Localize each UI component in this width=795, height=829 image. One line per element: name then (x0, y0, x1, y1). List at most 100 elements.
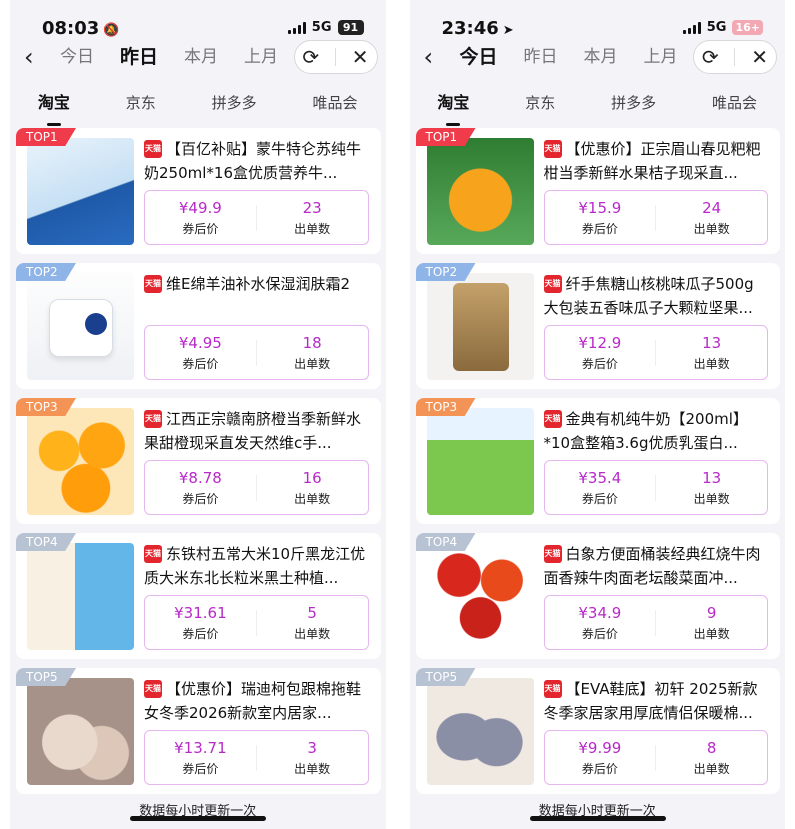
refresh-icon[interactable]: ⟳ (702, 47, 719, 67)
platform-tab[interactable]: 淘宝 (38, 92, 70, 126)
order-count-label: 出单数 (693, 761, 730, 776)
order-count-label: 出单数 (294, 761, 331, 776)
product-title[interactable]: 【优惠价】正宗眉山春见粑粑柑当季新鲜水果桔子现采直... (544, 137, 769, 185)
product-title[interactable]: 【EVA鞋底】初轩 2025新款冬季家居家用厚底情侣保暖棉... (544, 677, 769, 725)
refresh-icon[interactable]: ⟳ (302, 47, 319, 67)
coupon-price: ¥35.4 (578, 468, 622, 487)
order-count: 13 (702, 333, 722, 352)
platform-tab[interactable]: 淘宝 (437, 92, 469, 126)
date-tab[interactable]: 今日 (460, 44, 498, 70)
date-tab[interactable]: 昨日 (120, 44, 158, 70)
product-image[interactable] (426, 408, 534, 515)
top-nav: ‹ 今日 昨日 本月 上月 ⟳ ✕ (410, 40, 786, 76)
order-count: 24 (702, 198, 722, 217)
product-title[interactable]: 东铁村五常大米10斤黑龙江优质大米东北长粒米黑土种植... (144, 542, 369, 590)
price-stat: ¥4.95 券后价 (145, 333, 256, 373)
coupon-price: ¥49.9 (178, 198, 222, 217)
chevron-left-icon[interactable]: ‹ (24, 42, 34, 72)
coupon-price: ¥31.61 (174, 603, 227, 622)
orders-stat: 16 出单数 (257, 468, 368, 508)
product-card[interactable]: TOP4 天猫 东铁村五常大米10斤黑龙江优质大米东北长粒米黑土种植... ¥31.6… (16, 533, 381, 659)
platform-tab[interactable]: 拼多多 (611, 92, 656, 120)
product-title[interactable]: 维E绵羊油补水保湿润肤霜2 (144, 272, 369, 320)
order-count-label: 出单数 (294, 221, 331, 236)
product-image[interactable] (426, 138, 534, 245)
product-image[interactable] (27, 408, 134, 515)
coupon-price: ¥9.99 (578, 738, 622, 757)
product-card[interactable]: TOP3 天猫 江西正宗赣南脐橙当季新鲜水果甜橙现采直发天然维c手... ¥8.78 券… (16, 398, 381, 524)
coupon-price-label: 券后价 (182, 626, 219, 641)
order-count-label: 出单数 (693, 626, 730, 641)
close-icon[interactable]: ✕ (751, 47, 768, 67)
product-card[interactable]: TOP1 天猫 【百亿补贴】蒙牛特仑苏纯牛奶250ml*16盒优质营养牛... ¥49… (16, 128, 381, 254)
platform-tab[interactable]: 京东 (126, 92, 156, 120)
product-title[interactable]: 纤手焦糖山核桃味瓜子500g大包装五香味瓜子大颗粒坚果... (544, 272, 769, 320)
product-card[interactable]: TOP2 天猫 纤手焦糖山核桃味瓜子500g大包装五香味瓜子大颗粒坚果... ¥12.… (415, 263, 780, 389)
coupon-price: ¥15.9 (578, 198, 622, 217)
home-indicator[interactable] (529, 816, 666, 821)
price-stat: ¥8.78 券后价 (145, 468, 256, 508)
orders-stat: 3 出单数 (257, 738, 368, 778)
battery-icon: 91 (337, 20, 364, 35)
network-label: 5G (706, 20, 727, 35)
orders-stat: 9 出单数 (656, 603, 767, 643)
product-stats: ¥4.95 券后价 18 出单数 (144, 325, 369, 380)
order-count: 5 (307, 603, 317, 622)
product-title[interactable]: 白象方便面桶装经典红烧牛肉面香辣牛肉面老坛酸菜面冲... (544, 542, 769, 590)
date-tab[interactable]: 上月 (244, 44, 278, 70)
status-indicators: 5G 91 (287, 20, 364, 35)
date-tab[interactable]: 本月 (184, 44, 218, 70)
coupon-price: ¥13.71 (174, 738, 227, 757)
chevron-left-icon[interactable]: ‹ (424, 42, 434, 72)
date-tab[interactable]: 昨日 (524, 44, 558, 70)
home-indicator[interactable] (130, 816, 266, 821)
product-title[interactable]: 【百亿补贴】蒙牛特仑苏纯牛奶250ml*16盒优质营养牛... (144, 137, 369, 185)
order-count-label: 出单数 (294, 356, 331, 371)
product-stats: ¥15.9 券后价 24 出单数 (543, 190, 768, 245)
product-card[interactable]: TOP4 天猫 白象方便面桶装经典红烧牛肉面香辣牛肉面老坛酸菜面冲... ¥34.9 券… (415, 533, 780, 659)
date-tab[interactable]: 本月 (584, 44, 618, 70)
coupon-price-label: 券后价 (182, 491, 219, 506)
date-tab[interactable]: 今日 (60, 44, 94, 70)
date-tab[interactable]: 上月 (644, 44, 678, 70)
coupon-price: ¥34.9 (578, 603, 622, 622)
signal-icon (682, 21, 701, 34)
orders-stat: 5 出单数 (257, 603, 368, 643)
product-image[interactable] (27, 138, 134, 245)
app-root: 08:03 🔕 5G 91 ‹ 今日 昨日 本月 上月 ⟳ ✕ 淘宝 京东 拼多多 唯品会 TOP1 天猫 【百亿… (0, 0, 795, 829)
product-list: TOP1 天猫 【百亿补贴】蒙牛特仑苏纯牛奶250ml*16盒优质营养牛... ¥49… (10, 128, 386, 803)
platform-tab[interactable]: 唯品会 (313, 92, 358, 120)
orders-stat: 13 出单数 (656, 333, 767, 373)
signal-icon (287, 21, 306, 34)
platform-tab[interactable]: 京东 (525, 92, 555, 120)
product-image[interactable] (426, 678, 534, 785)
order-count: 18 (302, 333, 322, 352)
product-stats: ¥13.71 券后价 3 出单数 (144, 730, 369, 785)
product-card[interactable]: TOP1 天猫 【优惠价】正宗眉山春见粑粑柑当季新鲜水果桔子现采直... ¥15.9 券… (415, 128, 780, 254)
coupon-price-label: 券后价 (581, 356, 618, 371)
product-image[interactable] (27, 543, 134, 650)
product-image[interactable] (426, 273, 534, 380)
orders-stat: 24 出单数 (656, 198, 767, 238)
order-count-label: 出单数 (693, 221, 730, 236)
product-card[interactable]: TOP5 天猫 【优惠价】瑞迪柯包跟棉拖鞋女冬季2026新款室内居家... ¥13.7… (16, 668, 381, 794)
product-card[interactable]: TOP3 天猫 金典有机纯牛奶【200ml】*10盒整箱3.6g优质乳蛋白... ¥3… (415, 398, 780, 524)
platform-tabs: 淘宝 京东 拼多多 唯品会 (10, 92, 386, 126)
platform-tab[interactable]: 拼多多 (212, 92, 257, 120)
close-icon[interactable]: ✕ (352, 47, 369, 67)
price-stat: ¥12.9 券后价 (545, 333, 656, 373)
price-stat: ¥13.71 券后价 (145, 738, 256, 778)
order-count: 13 (702, 468, 722, 487)
product-image[interactable] (27, 273, 134, 380)
price-stat: ¥35.4 券后价 (545, 468, 656, 508)
product-title[interactable]: 金典有机纯牛奶【200ml】*10盒整箱3.6g优质乳蛋白... (544, 407, 769, 455)
product-title[interactable]: 江西正宗赣南脐橙当季新鲜水果甜橙现采直发天然维c手... (144, 407, 369, 455)
product-card[interactable]: TOP5 天猫 【EVA鞋底】初轩 2025新款冬季家居家用厚底情侣保暖棉... ¥9… (415, 668, 780, 794)
coupon-price-label: 券后价 (581, 491, 618, 506)
product-image[interactable] (426, 543, 534, 650)
status-time-icon: 🔕 (103, 23, 120, 38)
product-image[interactable] (27, 678, 134, 785)
platform-tab[interactable]: 唯品会 (712, 92, 757, 120)
product-title[interactable]: 【优惠价】瑞迪柯包跟棉拖鞋女冬季2026新款室内居家... (144, 677, 369, 725)
product-card[interactable]: TOP2 天猫 维E绵羊油补水保湿润肤霜2 ¥4.95 券后价 18 出单数 (16, 263, 381, 389)
